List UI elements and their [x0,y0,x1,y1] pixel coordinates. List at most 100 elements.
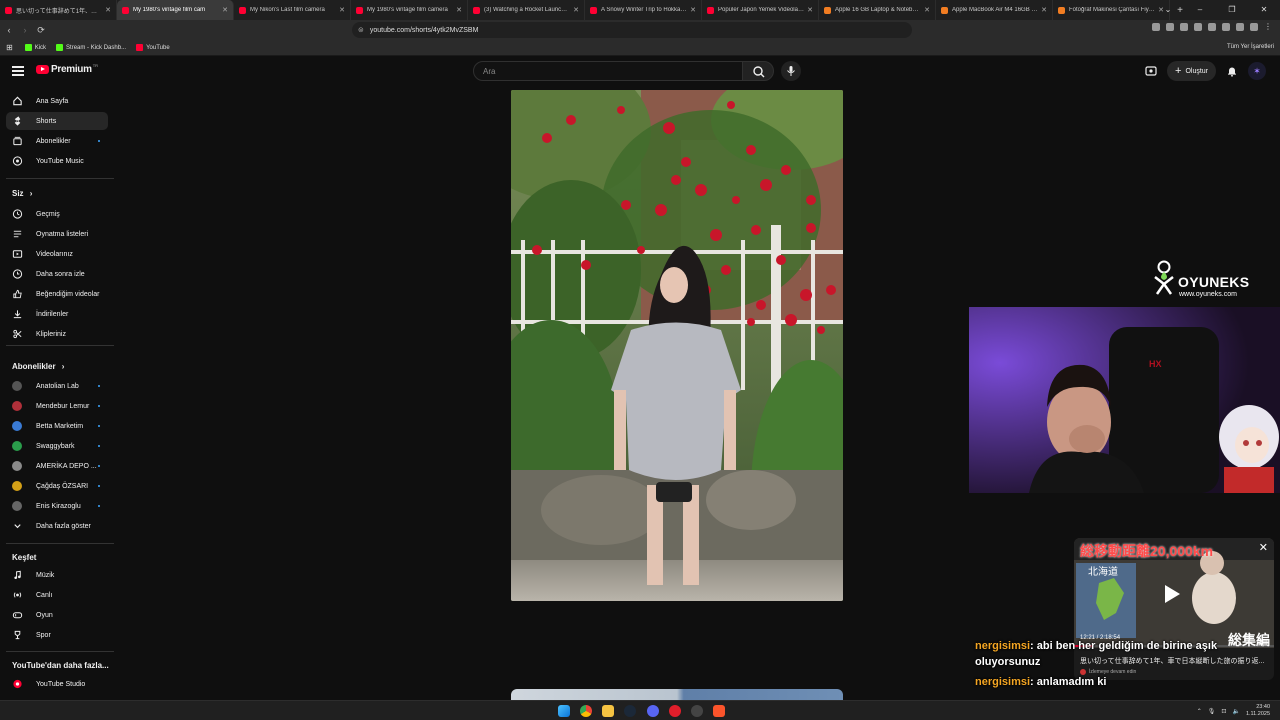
notifications-bell-icon[interactable] [1226,65,1238,77]
subscription-item[interactable]: Anatolian Lab [6,377,108,395]
miniplayer-close-icon[interactable]: ✕ [1259,541,1268,554]
obs-icon[interactable] [691,705,703,717]
close-tab-icon[interactable]: ✕ [573,6,579,14]
show-more-button[interactable]: Daha fazla göster [6,517,108,535]
windows-start-icon[interactable] [558,705,570,717]
close-window-icon[interactable]: ✕ [1248,0,1280,20]
sidebar-item[interactable]: Müzik [6,566,108,584]
extension-icon[interactable] [1250,23,1258,31]
browser-tab[interactable]: Popüler Japon Yemek Videoları To ✕ [702,0,819,20]
microphone-tray-icon[interactable]: 🎙 [1208,708,1216,715]
menu-dots-icon[interactable]: ⋮ [1264,23,1272,31]
volume-icon[interactable]: 🔈 [1232,708,1239,715]
shop-favicon-icon [941,6,948,14]
tab-search-icon[interactable]: ⌄ [1152,0,1184,20]
sidebar-item-label: Çağdaş ÖZSARI [36,482,89,490]
bookmark-item[interactable]: Kick [24,44,46,51]
subscription-item[interactable]: Betta Marketim [6,417,108,435]
browser-tab[interactable]: A Snowy Winter Trip to Hokkaido | ✕ [585,0,702,20]
close-tab-icon[interactable]: ✕ [1041,6,1047,14]
sidebar-divider [6,178,114,179]
shorts-video-player[interactable] [511,90,843,601]
downloads-icon [12,309,23,320]
extension-icon[interactable] [1166,23,1174,31]
close-tab-icon[interactable]: ✕ [807,6,813,14]
bookmark-item[interactable]: Stream - Kick Dashb... [56,44,126,51]
site-info-icon[interactable]: ⊜ [358,26,364,34]
apps-grid-icon[interactable]: ⊞ [6,43,13,52]
chrome-icon[interactable] [580,705,592,717]
sidebar-item[interactable]: Ana Sayfa [6,92,108,110]
cast-icon[interactable] [1145,65,1157,77]
create-button[interactable]: + Oluştur [1167,61,1216,81]
discord-icon[interactable] [647,705,659,717]
extension-icon[interactable] [1222,23,1230,31]
youtube-studio-link[interactable]: YouTube Studio [6,675,108,693]
country-code: TR [92,63,99,68]
clock[interactable]: 23:40 1.11.2025 [1246,704,1270,718]
you-section-heading[interactable]: Siz › [12,189,32,198]
voice-search-button[interactable] [781,61,801,81]
close-tab-icon[interactable]: ✕ [339,6,345,14]
miniplayer-play-icon[interactable] [1165,585,1180,603]
reload-icon[interactable]: ⟳ [34,25,48,36]
close-tab-icon[interactable]: ✕ [222,6,228,14]
sidebar-item[interactable]: Geçmiş [6,205,108,223]
extension-icon[interactable] [1152,23,1160,31]
address-bar[interactable]: ⊜ youtube.com/shorts/4ytk2MvZSBM [352,22,912,38]
browser-tab[interactable]: My 1980's vintage film camera ✕ [351,0,468,20]
all-bookmarks-link[interactable]: Tüm Yer İşaretleri [1227,44,1274,50]
subscription-item[interactable]: AMERİKA DEPO ... [6,457,108,475]
bookmark-favicon-icon [56,44,64,51]
sidebar-item[interactable]: Spor [6,626,108,644]
extension-icon[interactable] [1236,23,1244,31]
windows-taskbar: ⌃ 🎙 ⊡ 🔈 23:40 1.11.2025 [0,700,1280,720]
subscription-item[interactable]: Mendebur Lemur [6,397,108,415]
steam-icon[interactable] [624,705,636,717]
account-avatar[interactable]: ✶ [1248,62,1266,80]
extension-icon[interactable] [1208,23,1216,31]
extension-icon[interactable] [1180,23,1188,31]
sidebar-item[interactable]: Oynatma listeleri [6,225,108,243]
close-tab-icon[interactable]: ✕ [924,6,930,14]
browser-tab[interactable]: My Nikon's Last film camera ✕ [234,0,351,20]
next-short-preview[interactable] [511,689,843,700]
sidebar-item[interactable]: Abonelikler [6,132,108,150]
forward-icon[interactable]: › [18,25,32,35]
search-input[interactable]: Ara [473,61,743,81]
close-tab-icon[interactable]: ✕ [105,6,111,14]
back-icon[interactable]: ‹ [2,25,16,35]
tray-chevron-icon[interactable]: ⌃ [1197,708,1202,715]
subscription-item[interactable]: Swaggybark [6,437,108,455]
file-explorer-icon[interactable] [602,705,614,717]
search-button[interactable] [742,61,774,81]
close-tab-icon[interactable]: ✕ [690,6,696,14]
sidebar-item[interactable]: Daha sonra izle [6,265,108,283]
minimize-icon[interactable]: – [1184,0,1216,20]
network-icon[interactable]: ⊡ [1221,708,1226,715]
subscription-item[interactable]: Çağdaş ÖZSARI [6,477,108,495]
youtube-premium-logo[interactable]: Premium TR [36,63,99,75]
opera-icon[interactable] [669,705,681,717]
browser-tab[interactable]: Apple 16 GB Laptop & Notebook ✕ [819,0,936,20]
browser-tab[interactable]: Apple MacBook Air M4 16GB 256 ✕ [936,0,1053,20]
sidebar-item[interactable]: İndirilenler [6,305,108,323]
sidebar-item[interactable]: Oyun [6,606,108,624]
extension-icon[interactable] [1194,23,1202,31]
browser-tab[interactable]: (3) Watching a Rocket Launch at S ✕ [468,0,585,20]
sidebar-item[interactable]: Videolarınız [6,245,108,263]
maximize-icon[interactable]: ❐ [1216,0,1248,20]
sidebar-item[interactable]: Klipleriniz [6,325,108,343]
sidebar-item[interactable]: Canlı [6,586,108,604]
sidebar-item[interactable]: Shorts [6,112,108,130]
browser-tab[interactable]: My 1980's vintage film cam ✕ [117,0,234,20]
bookmark-item[interactable]: YouTube [136,44,170,51]
browser-tab[interactable]: 思い切って仕事辞めて1年、車で日本✕ [0,0,117,20]
sidebar-item[interactable]: Beğendiğim videolar [6,285,108,303]
subscriptions-heading[interactable]: Abonelikler › [12,362,64,371]
brave-icon[interactable] [713,705,725,717]
close-tab-icon[interactable]: ✕ [456,6,462,14]
sidebar-item[interactable]: YouTube Music [6,152,108,170]
hamburger-menu-icon[interactable] [12,66,24,76]
subscription-item[interactable]: Enis Kirazoglu [6,497,108,515]
